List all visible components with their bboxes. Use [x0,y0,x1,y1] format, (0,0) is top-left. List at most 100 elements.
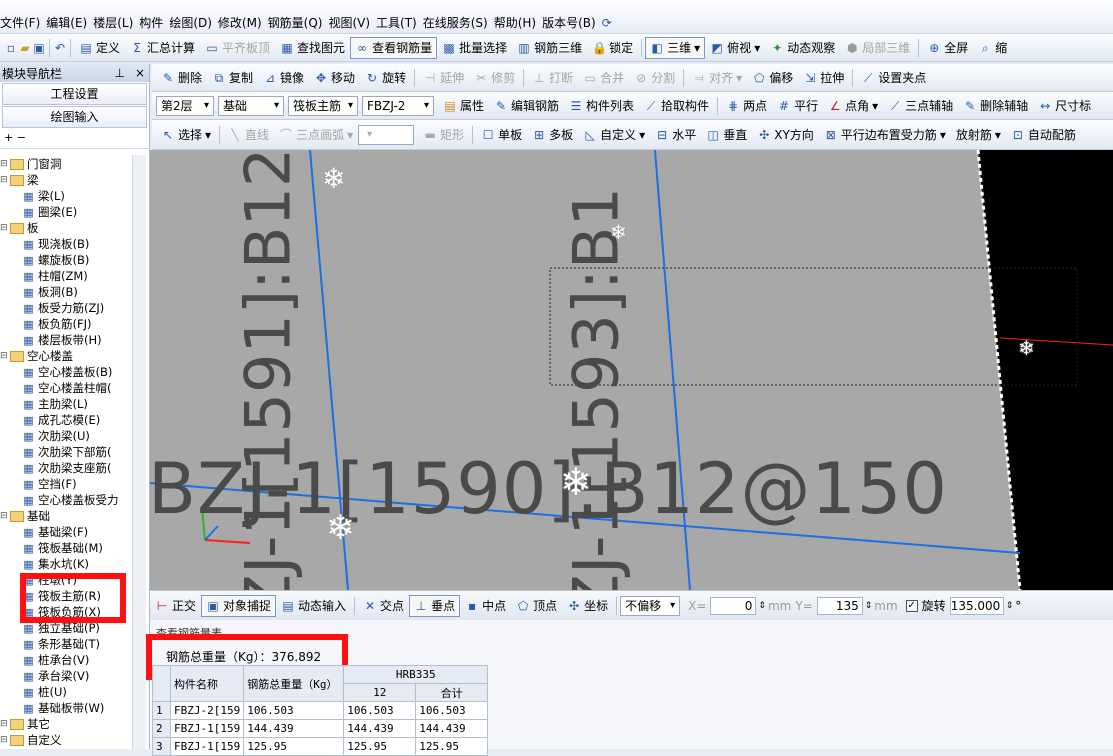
menu-modify[interactable]: 修改(M) [218,14,268,31]
tree-folder[interactable]: ⊟ 板 [0,220,146,236]
pick-button[interactable]: ⟋ 拾取构件 [639,95,714,117]
parallel-edge-button[interactable]: ⊠ 平行边布置受力筋 ▾ [819,124,951,146]
menu-component[interactable]: 构件 [139,14,169,31]
tree-item[interactable]: ▦ 板负筋(FJ) [0,316,146,332]
menu-version[interactable]: 版本号(B) [542,14,602,31]
undo-icon[interactable]: ↶ [53,41,67,55]
table-row[interactable]: 3 FBZJ-1[159 125.95 125.95 125.95 [152,737,489,756]
table-row[interactable]: 2 FBZJ-1[159 144.439 144.439 144.439 [152,719,489,738]
dimension-button[interactable]: ↔ 尺寸标 [1033,95,1096,117]
three-point-aux-button[interactable]: ⟋ 三点辅轴 [883,95,958,117]
tree-item[interactable]: ▦ 柱帽(ZM) [0,268,146,284]
tree-item[interactable]: ▦ 空心楼盖板(B) [0,364,146,380]
update-icon[interactable]: ⟳ [602,16,616,30]
tree-item[interactable]: ▦ 基础梁(F) [0,524,146,540]
arc-button[interactable]: ⌒ 三点画弧 ▾ [274,124,358,146]
rect-button[interactable]: ▬ 矩形 [418,124,469,146]
tree-item[interactable]: ▦ 次肋梁(U) [0,428,146,444]
category-select[interactable]: 基础 [218,95,284,116]
horizontal-button[interactable]: ⊟ 水平 [650,124,701,146]
parallel-button[interactable]: # 平行 [772,95,823,117]
pin-icon[interactable]: ⊥ [108,66,130,80]
find-button[interactable]: ▦ 查找图元 [275,37,350,59]
delete-button[interactable]: ✎ 删除 [156,67,207,89]
tree-item[interactable]: ▦ 空心楼盖板受力 [0,492,146,508]
tree-item[interactable]: ▦ 筏板基础(M) [0,540,146,556]
mirror-button[interactable]: ⊿ 镜像 [258,67,309,89]
dynamic-view-button[interactable]: ✦ 动态观察 [765,37,840,59]
rotate-input[interactable]: 135.000 [949,596,1004,615]
coord-button[interactable]: ✣ 坐标 [562,595,613,617]
nav-scrollbar[interactable] [132,155,146,749]
tree-item[interactable]: ▦ 次肋梁下部筋( [0,444,146,460]
collapse-icon[interactable]: − [17,131,26,144]
tree-item[interactable]: ▦ 楼层板带(H) [0,332,146,348]
local3d-button[interactable]: ⬢ 局部三维 [840,37,915,59]
close-icon[interactable]: × [131,66,149,80]
tree-item[interactable]: ▦ 空挡(F) [0,476,146,492]
rotate-button[interactable]: ↻ 旋转 [360,67,411,89]
tree-folder[interactable]: ⊟ 门窗洞 [0,156,146,172]
view3d-button[interactable]: ◧ 三维 ▾ [645,36,706,59]
draw-input-button[interactable]: 绘图输入 [2,106,147,128]
dyn-input-button[interactable]: ▤ 动态输入 [276,595,351,617]
floor-select[interactable]: 第2层 [156,95,214,116]
menu-view[interactable]: 视图(V) [328,14,376,31]
tree-item[interactable]: ▦ 桩承台(V) [0,652,146,668]
vertical-button[interactable]: ◫ 垂直 [701,124,752,146]
rotate-spin-icon[interactable]: ⇕ [1006,601,1014,611]
perp-button[interactable]: ⊥ 垂点 [409,594,461,617]
tree-folder[interactable]: ⊟ 自定义 [0,732,146,748]
lock-button[interactable]: 🔒 锁定 [587,37,638,59]
tree-item[interactable]: ▦ 板受力筋(ZJ) [0,300,146,316]
align-button[interactable]: ⫤ 对齐 ▾ [687,67,747,89]
expand-icon[interactable]: + [4,131,13,144]
copy-button[interactable]: ⧉ 复制 [207,67,258,89]
menu-draw[interactable]: 绘图(D) [169,14,218,31]
tree-item[interactable]: ▦ 承台梁(V) [0,668,146,684]
fit-button[interactable]: ⊕ 全屏 [922,37,973,59]
osnap-button[interactable]: ▣ 对象捕捉 [201,594,277,617]
ortho-button[interactable]: ⊢ 正交 [150,595,201,617]
tree-folder[interactable]: ⊟ 梁 [0,172,146,188]
point-angle-button[interactable]: ∠ 点角 ▾ [823,95,883,117]
move-button[interactable]: ✥ 移动 [309,67,360,89]
offset-button[interactable]: ⬠ 偏移 [747,67,798,89]
batch-select-button[interactable]: ▩ 批量选择 [437,37,512,59]
view-rebar-button[interactable]: ∞ 查看钢筋量 [350,36,438,59]
expand-toggle-icon[interactable]: ⊟ [0,732,9,748]
tree-item[interactable]: ▦ 现浇板(B) [0,236,146,252]
save-icon[interactable]: ▣ [32,41,46,55]
tree-folder[interactable]: ⊟ 空心楼盖 [0,348,146,364]
rotate-checkbox[interactable]: ✓ [905,599,918,612]
two-point-button[interactable]: ⋕ 两点 [721,95,772,117]
grip-button[interactable]: ⟋ 设置夹点 [856,67,931,89]
tree-item[interactable]: ▦ 螺旋板(B) [0,252,146,268]
define-button[interactable]: ▤ 定义 [74,37,125,59]
open-folder-icon[interactable]: ▰ [18,41,32,55]
menu-rebar-qty[interactable]: 钢筋量(Q) [268,14,329,31]
tree-item[interactable]: ▦ 成孔芯模(E) [0,412,146,428]
select-button[interactable]: ↖ 选择 ▾ [156,124,216,146]
tree-item[interactable]: ▦ 主肋梁(L) [0,396,146,412]
tree-item[interactable]: ▦ 圈梁(E) [0,204,146,220]
x-input[interactable]: 0 [710,596,757,615]
midpoint-button[interactable]: ▪ 中点 [460,595,511,617]
properties-button[interactable]: ▤ 属性 [438,95,489,117]
tree-item[interactable]: ▦ 桩(U) [0,684,146,700]
tree-item[interactable]: ▦ 集水坑(K) [0,556,146,572]
multi-slab-button[interactable]: ⊞ 多板 [527,124,578,146]
break-button[interactable]: ⊥ 打断 [527,67,578,89]
tree-folder[interactable]: ⊟ 基础 [0,508,146,524]
tree-item[interactable]: ▦ 板洞(B) [0,284,146,300]
menu-file[interactable]: 文件(F) [0,14,46,31]
component-list-button[interactable]: ☰ 构件列表 [564,95,639,117]
expand-toggle-icon[interactable]: ⊟ [0,508,9,524]
tree-item[interactable]: ▦ 梁(L) [0,188,146,204]
menu-edit[interactable]: 编辑(E) [46,14,93,31]
zoom-button[interactable]: ⌕ 缩 [973,37,1012,59]
xy-direction-button[interactable]: ✣ XY方向 [752,124,819,146]
radial-button[interactable]: 放射筋 ▾ [951,124,1006,146]
expand-toggle-icon[interactable]: ⊟ [0,156,9,172]
calc-button[interactable]: Σ 汇总计算 [125,37,200,59]
